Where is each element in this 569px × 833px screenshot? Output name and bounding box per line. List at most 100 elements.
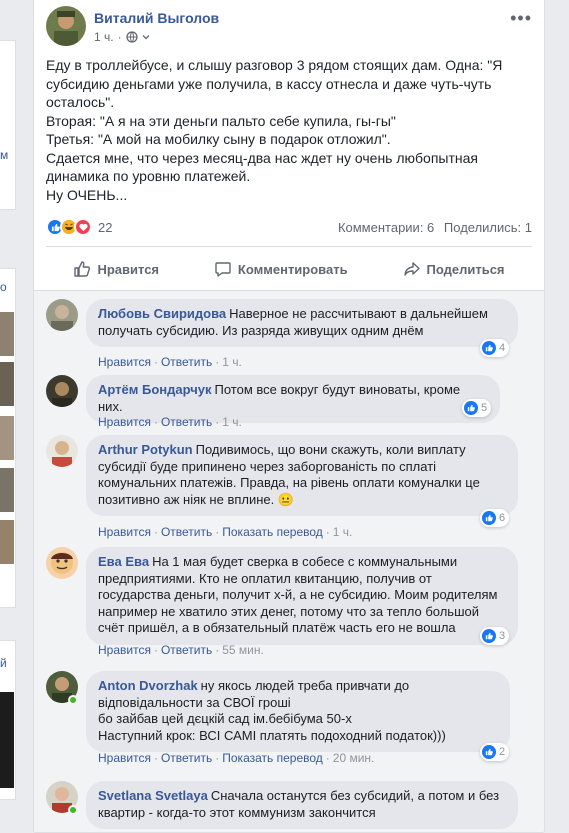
comments-count[interactable]: Комментарии: 6 — [338, 220, 434, 235]
comment-bubble: Ева Ева На 1 мая будет сверка в собесе с … — [86, 547, 518, 645]
dot-separator: · — [215, 525, 220, 539]
commenter-avatar[interactable] — [46, 375, 78, 407]
dot-separator: · — [215, 415, 220, 429]
comment-like-link[interactable]: Нравится — [98, 415, 151, 429]
post-card: Виталий Выголов 1 ч. · ••• Еду в троллей… — [33, 0, 545, 833]
left-thumbnail[interactable] — [0, 520, 14, 564]
like-reaction-icon — [482, 745, 496, 759]
chevron-down-icon[interactable] — [142, 33, 150, 41]
comment-reply-link[interactable]: Ответить — [161, 525, 212, 539]
left-truncated-text: й — [0, 656, 7, 670]
online-status-icon — [68, 695, 78, 705]
commenter-name[interactable]: Ева Ева — [98, 554, 149, 569]
left-thumbnail[interactable] — [0, 416, 14, 460]
comment-actions: Нравится · Ответить · 1 ч. — [98, 355, 242, 369]
comment-button[interactable]: Комментировать — [214, 260, 348, 278]
comment-reactions[interactable]: 4 — [480, 339, 510, 357]
like-label: Нравится — [97, 261, 160, 277]
comments-section: Любовь Свиридова Наверное не рассчитывают… — [34, 290, 544, 832]
commenter-name[interactable]: Svetlana Svetlaya — [98, 788, 208, 803]
commenter-avatar[interactable] — [46, 299, 78, 331]
shares-count[interactable]: Поделились: 1 — [444, 220, 532, 235]
comment-bubble: Anton Dvorzhak ну якось людей треба привч… — [86, 671, 510, 752]
post-paragraph: Сдается мне, что через месяц-два нас жде… — [46, 149, 478, 185]
speech-bubble-icon — [215, 262, 231, 277]
like-button[interactable]: Нравится — [73, 260, 159, 278]
comment-time[interactable]: 1 ч. — [222, 415, 242, 429]
left-truncated-text: о — [0, 280, 7, 294]
commenter-name[interactable]: Arthur Potykun — [98, 442, 193, 457]
dot-separator: · — [325, 751, 330, 765]
post-stats: Комментарии: 6 Поделились: 1 — [332, 220, 532, 235]
share-arrow-icon — [403, 262, 420, 276]
comment-reaction-count: 4 — [499, 342, 506, 354]
comment-time[interactable]: 1 ч. — [222, 355, 242, 369]
dot-separator: · — [117, 30, 122, 44]
globe-icon[interactable] — [125, 31, 138, 43]
comment-reply-link[interactable]: Ответить — [161, 415, 212, 429]
share-label: Поделиться — [426, 261, 505, 277]
comment-reaction-count: 6 — [499, 512, 506, 524]
commenter-name[interactable]: Anton Dvorzhak — [98, 678, 198, 693]
comment-actions: Нравится · Ответить · 55 мин. — [98, 643, 264, 657]
thumbs-up-icon — [74, 261, 91, 277]
commenter-avatar[interactable] — [46, 435, 78, 467]
like-reaction-icon — [482, 629, 496, 643]
comment-reply-link[interactable]: Ответить — [161, 751, 212, 765]
dot-separator: · — [153, 415, 158, 429]
commenter-name[interactable]: Артём Бондарчук — [98, 382, 212, 397]
dot-separator: · — [153, 525, 158, 539]
comment-reaction-count: 3 — [499, 630, 506, 642]
post-actions: Нравится Комментировать Поделиться — [46, 252, 532, 286]
comment-time[interactable]: 20 мин. — [333, 751, 375, 765]
comment-reply-link[interactable]: Ответить — [161, 355, 212, 369]
comment-like-link[interactable]: Нравится — [98, 751, 151, 765]
more-options-icon[interactable]: ••• — [510, 8, 532, 29]
post-author-name[interactable]: Виталий Выголов — [94, 10, 219, 26]
post-paragraph: Еду в троллейбусе, и слышу разговор 3 ря… — [46, 57, 503, 110]
dot-separator: · — [153, 643, 158, 657]
left-thumbnail[interactable] — [0, 362, 14, 406]
show-translation-link[interactable]: Показать перевод — [222, 751, 323, 765]
author-avatar[interactable] — [46, 6, 86, 46]
comment-like-link[interactable]: Нравится — [98, 355, 151, 369]
dot-separator: · — [215, 643, 220, 657]
left-thumbnail[interactable] — [0, 468, 14, 512]
comment-actions: Нравится · Ответить · Показать перевод · 20 ми… — [98, 751, 374, 765]
comment-actions: Нравится · Ответить · Показать перевод · 1 ч. — [98, 525, 352, 539]
comment-time[interactable]: 1 ч. — [333, 525, 353, 539]
left-thumbnail[interactable] — [0, 312, 14, 356]
left-truncated-text: м — [0, 148, 9, 162]
dot-separator: · — [325, 525, 330, 539]
commenter-name[interactable]: Любовь Свиридова — [98, 306, 226, 321]
comment-reactions[interactable]: 5 — [462, 399, 492, 417]
comment-text: бо зайбав цей дєцкій сад ім.бебібума 50-… — [98, 711, 352, 726]
post-paragraph: Вторая: "А я на эти деньги пальто себе к… — [46, 112, 396, 129]
share-button[interactable]: Поделиться — [403, 260, 505, 278]
comment-time[interactable]: 55 мин. — [222, 643, 264, 657]
comment-actions: Нравится · Ответить · 1 ч. — [98, 415, 242, 429]
post-body: Еду в троллейбусе, и слышу разговор 3 ря… — [46, 56, 536, 204]
comment-reactions[interactable]: 6 — [480, 509, 510, 527]
reaction-icons[interactable] — [46, 218, 92, 236]
like-reaction-icon — [482, 341, 496, 355]
comment-label: Комментировать — [237, 261, 348, 277]
reactions-count[interactable]: 22 — [98, 220, 112, 235]
show-translation-link[interactable]: Показать перевод — [222, 525, 323, 539]
left-card — [0, 40, 16, 210]
comment-bubble: Arthur Potykun Подивимось, що вони скажут… — [86, 435, 518, 516]
comment-reactions[interactable]: 2 — [480, 743, 510, 761]
comment-bubble: Svetlana Svetlaya Сначала останутся без с… — [86, 781, 518, 829]
post-paragraph: Ну ОЧЕНЬ... — [46, 186, 128, 203]
comment-like-link[interactable]: Нравится — [98, 643, 151, 657]
left-page-strip: м о й — [0, 0, 20, 833]
comment-like-link[interactable]: Нравится — [98, 525, 151, 539]
dot-separator: · — [153, 355, 158, 369]
commenter-avatar[interactable] — [46, 547, 78, 579]
post-time[interactable]: 1 ч. — [94, 30, 114, 44]
left-thumbnail[interactable] — [0, 692, 14, 788]
comment-text: Наступний крок: ВСІ САМІ платять подоход… — [98, 727, 446, 743]
comment-reply-link[interactable]: Ответить — [161, 643, 212, 657]
divider — [46, 246, 532, 247]
comment-reactions[interactable]: 3 — [480, 627, 510, 645]
